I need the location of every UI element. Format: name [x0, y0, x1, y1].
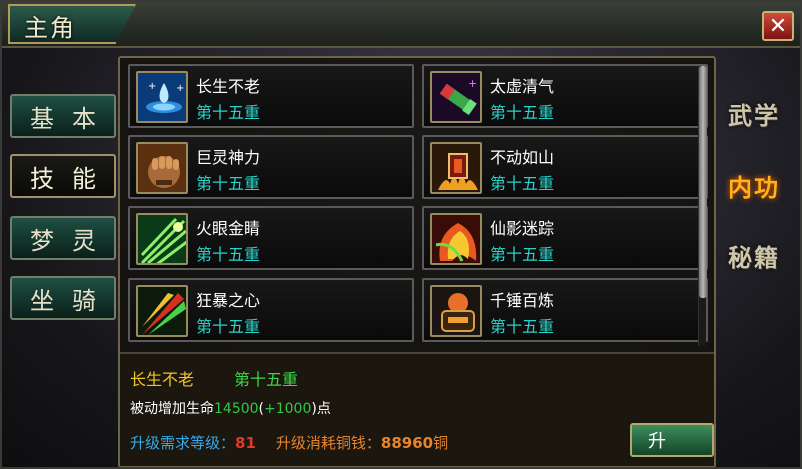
- tab-basic[interactable]: 基本: [10, 94, 116, 138]
- skill-name: 仙影迷踪: [490, 219, 555, 238]
- forge-anvil-icon: [430, 285, 482, 337]
- tab-skills-label: 技能: [30, 164, 114, 193]
- water-drop-icon: + +: [136, 71, 188, 123]
- description-value: 14500: [214, 401, 259, 417]
- scrollbar-thumb[interactable]: [699, 66, 707, 298]
- skill-level: 第十五重: [490, 317, 555, 336]
- tab-inner-power-label: 内功: [728, 172, 780, 202]
- skill-level: 第十五重: [490, 174, 555, 193]
- skill-level: 第十五重: [490, 245, 555, 264]
- tab-mount-label: 坐骑: [30, 286, 114, 315]
- description-suffix: 点: [316, 401, 331, 417]
- skill-level: 第十五重: [196, 317, 261, 336]
- tab-basic-label: 基本: [30, 104, 114, 133]
- tab-martial-arts-label: 武学: [728, 100, 780, 130]
- upgrade-button[interactable]: 升: [630, 423, 714, 457]
- skill-name: 狂暴之心: [196, 291, 261, 310]
- skill-card-longevity[interactable]: + + 长生不老 第十五重: [128, 64, 414, 128]
- skill-level: 第十五重: [196, 174, 261, 193]
- close-icon: ✕: [768, 13, 788, 39]
- description-bonus: +1000: [264, 401, 312, 417]
- skill-level: 第十五重: [196, 103, 261, 122]
- close-button[interactable]: ✕: [762, 11, 794, 41]
- skill-name: 太虚清气: [490, 77, 555, 96]
- svg-text:+: +: [148, 81, 156, 92]
- skill-level: 第十五重: [490, 103, 555, 122]
- upgrade-requirements: 升级需求等级：81 升级消耗铜钱：88960铜: [130, 432, 448, 453]
- skill-card-berserk-heart[interactable]: 狂暴之心 第十五重: [128, 278, 414, 342]
- skill-card-taixu[interactable]: + 太虚清气 第十五重: [422, 64, 708, 128]
- fist-icon: [136, 142, 188, 194]
- skill-level: 第十五重: [196, 245, 261, 264]
- skill-detail: 长生不老 第十五重 被动增加生命14500(+1000)点 升级需求等级：81 升…: [120, 352, 714, 466]
- upgrade-cost-label: 升级消耗铜钱：: [275, 434, 381, 452]
- red-green-blade-icon: [136, 285, 188, 337]
- tab-dream-spirit[interactable]: 梦灵: [10, 216, 116, 260]
- tab-skills[interactable]: 技能: [10, 154, 116, 198]
- upgrade-cost-value: 88960: [380, 434, 434, 452]
- detail-skill-name: 长生不老: [130, 370, 195, 389]
- tab-mount[interactable]: 坐骑: [10, 276, 116, 320]
- skill-name: 长生不老: [196, 77, 261, 96]
- skill-card-giant-strength[interactable]: 巨灵神力 第十五重: [128, 135, 414, 199]
- upgrade-button-label: 升: [648, 431, 666, 452]
- skill-name: 不动如山: [490, 148, 555, 167]
- tab-secret-books-label: 秘籍: [728, 242, 780, 272]
- upgrade-cost-unit: 铜: [433, 434, 449, 452]
- title-bar: 主角 ✕: [2, 2, 800, 48]
- detail-skill-level: 第十五重: [234, 370, 299, 389]
- tab-martial-arts[interactable]: 武学: [720, 90, 788, 136]
- required-level-value: 81: [235, 434, 256, 452]
- skills-scrollbar[interactable]: [698, 66, 707, 346]
- window-title: 主角: [24, 14, 76, 42]
- flame-swirl-icon: [430, 213, 482, 265]
- skill-name: 千锤百炼: [490, 291, 555, 310]
- skill-card-fire-eyes[interactable]: 火眼金睛 第十五重: [128, 206, 414, 270]
- skill-name: 巨灵神力: [196, 148, 261, 167]
- skill-card-phantom-steps[interactable]: 仙影迷踪 第十五重: [422, 206, 708, 270]
- tab-inner-power[interactable]: 内功: [720, 162, 788, 208]
- skill-card-immovable[interactable]: 不动如山 第十五重: [422, 135, 708, 199]
- tab-secret-books[interactable]: 秘籍: [720, 232, 788, 278]
- shield-fire-icon: [430, 142, 482, 194]
- scroll-icon: +: [430, 71, 482, 123]
- skill-name: 火眼金睛: [196, 219, 261, 238]
- character-window: 主角 ✕ 基本 技能 梦灵 坐骑 + + 长生不老 第十五重 + 太虚清气 第十…: [0, 0, 802, 469]
- svg-text:+: +: [176, 83, 184, 94]
- skill-card-hammer-forge[interactable]: 千锤百炼 第十五重: [422, 278, 708, 342]
- green-rays-icon: [136, 213, 188, 265]
- detail-description: 被动增加生命14500(+1000)点: [130, 398, 331, 418]
- tab-dream-spirit-label: 梦灵: [30, 226, 114, 255]
- required-level-label: 升级需求等级：: [130, 434, 236, 452]
- description-prefix: 被动增加生命: [130, 401, 214, 417]
- svg-text:+: +: [468, 77, 477, 90]
